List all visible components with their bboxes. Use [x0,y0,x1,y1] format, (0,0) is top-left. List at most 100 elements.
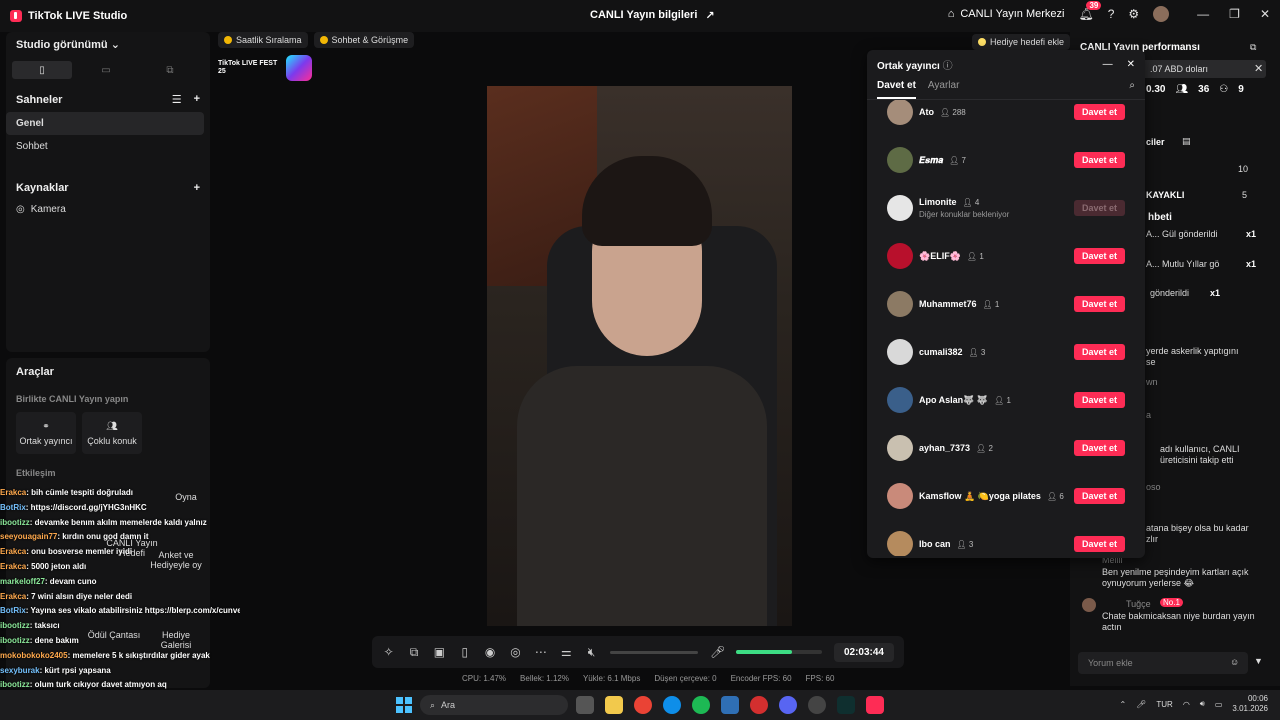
list-item: Muhammet76 👤︎ 1 Davet et [867,280,1145,328]
invite-button[interactable]: Davet et [1074,440,1125,456]
chat-text: : devamke benım akılm memelerde kaldı ya… [29,517,207,527]
spotify-icon[interactable] [692,696,710,714]
edge-icon[interactable] [663,696,681,714]
info-icon[interactable]: ⓘ [943,61,953,72]
speaker-mute-icon[interactable]: 🔇︎ [585,645,598,660]
camera-settings-icon[interactable]: ◎ [509,645,522,659]
gift-goal-chip[interactable]: Hediye hedefi ekle [972,34,1071,50]
split-view-icon[interactable]: ⧉ [140,61,200,79]
filter-icon[interactable]: ▼ [1254,656,1263,666]
search-icon[interactable]: ⌕ [1129,80,1135,91]
avatar[interactable] [1153,6,1170,22]
popout-icon[interactable]: ⧉ [1250,42,1256,53]
layout-icon[interactable]: ▣ [433,645,446,659]
emoji-icon[interactable]: ☺ [1230,657,1239,667]
studio-view-dropdown[interactable]: Studio görünümü ⌄ [6,32,210,57]
live-center-label: CANLI Yayın Merkezi [960,8,1065,20]
avatar [887,387,913,413]
stream-stats: CPU: 1.47% Bellek: 1.12% Yükle: 6.1 Mbps… [462,674,834,683]
chat-username: mokobokoko2405 [0,650,68,660]
taskbar-search[interactable]: ⌕ Ara [420,695,568,715]
record-icon[interactable]: ◉ [483,645,496,659]
live-fest-banner[interactable]: TikTok LIVE FEST 25 [218,54,312,82]
effects-icon[interactable]: ⧉ [407,645,420,660]
task-view-icon[interactable] [576,696,594,714]
hourly-ranking-chip[interactable]: Saatlik Sıralama [218,32,308,48]
gear-icon[interactable]: ⚙ [1128,7,1139,21]
windows-start-icon[interactable] [396,697,412,713]
minimize-icon[interactable]: — [1197,7,1209,21]
maximize-icon[interactable]: ❐ [1229,7,1240,21]
invite-button[interactable]: Davet et [1074,104,1125,120]
live-info-button[interactable]: CANLI Yayın bilgileri ↗ [590,9,715,22]
minimize-icon[interactable]: — [1103,59,1113,70]
list-icon[interactable]: ☰ [172,93,182,106]
close-icon[interactable]: ✕ [1127,59,1135,70]
comment-input[interactable]: Yorum ekle [1078,652,1248,674]
more-icon[interactable]: ⋯ [534,645,547,659]
battery-icon[interactable]: ▭ [1215,700,1223,709]
opera-icon[interactable] [750,696,768,714]
chat-text: : kürt rpsi yapsana [39,665,111,675]
mixer-icon[interactable]: ⚌ [560,645,573,659]
scene-item-genel[interactable]: Genel [6,112,204,135]
terminal-icon[interactable] [837,696,855,714]
close-icon[interactable]: ✕ [1260,7,1270,21]
live-center-button[interactable]: ⌂ CANLI Yayın Merkezi [948,8,1065,20]
add-source-icon[interactable]: + [194,182,200,194]
tab-invite[interactable]: Davet et [877,80,916,99]
invite-button[interactable]: Davet et [1074,344,1125,360]
volume-icon[interactable]: 🔊︎ [1200,699,1205,709]
mic-icon[interactable]: 🎤︎ [710,645,725,659]
chat-line: Erakca: bih cümle tespiti doğruladı [0,486,240,501]
chat-meeting-label: Sohbet & Görüşme [331,35,409,45]
portrait-view-icon[interactable]: ▯ [12,61,72,79]
obs-icon[interactable] [808,696,826,714]
bulb-icon [978,38,986,46]
chat-username: sexyburak [0,665,40,675]
wifi-icon[interactable]: ◠ [1183,700,1190,709]
invite-button[interactable]: Davet et [1074,152,1125,168]
gift-msg-2: A... Mutlu Yıllar gö [1146,259,1220,269]
cohost-tabs: Davet et Ayarlar ⌕ [867,72,1145,100]
scene-item-sohbet[interactable]: Sohbet [6,135,204,158]
source-item-camera[interactable]: ◎ Kamera [6,200,210,219]
tab-settings[interactable]: Ayarlar [928,80,960,97]
mic-tray-icon[interactable]: 🎤︎ [1136,700,1146,709]
file-explorer-icon[interactable] [605,696,623,714]
chrome-icon[interactable] [634,696,652,714]
cohost-tool-button[interactable]: ⚭ Ortak yayıncı [16,412,76,454]
help-icon[interactable]: ? [1108,7,1115,21]
notification-count: 39 [1086,1,1102,10]
cohost-count: 3 [980,347,986,357]
add-scene-icon[interactable]: + [194,93,200,106]
clock[interactable]: 00:06 3.01.2026 [1232,694,1268,714]
magic-icon[interactable]: ✧ [382,645,395,659]
volume-slider[interactable] [610,650,699,654]
list-icon[interactable]: ▤ [1182,136,1191,147]
chat-meeting-chip[interactable]: Sohbet & Görüşme [313,32,415,48]
steam-icon[interactable] [721,696,739,714]
language-indicator[interactable]: TUR [1156,700,1172,709]
list-item: Limonite 👤︎ 4 Diğer konuklar bekleniyor Dav… [867,184,1145,232]
discord-icon[interactable] [779,696,797,714]
invite-button[interactable]: Davet et [1074,248,1125,264]
close-earnings-icon[interactable]: ✕ [1254,62,1263,75]
chevron-up-icon[interactable]: ⌃ [1120,700,1127,709]
viewer-score-1: 10 [1238,164,1249,174]
cohost-name: Ibo can [919,539,951,549]
top-viewers-tab[interactable]: ciler [1146,137,1165,147]
earnings-value: .07 ABD doları [1150,64,1209,74]
tiktok-studio-icon[interactable] [866,696,884,714]
chat-username: markeloff27 [0,576,45,586]
landscape-view-icon[interactable]: ▭ [76,61,136,79]
invite-button[interactable]: Davet et [1074,392,1125,408]
invite-button[interactable]: Davet et [1074,536,1125,552]
multi-guest-button[interactable]: 👥︎ Çoklu konuk [82,412,142,454]
app-name: TikTok LIVE Studio [28,10,128,22]
invite-button[interactable]: Davet et [1074,488,1125,504]
notifications-button[interactable]: 🔔︎ 39 [1078,1,1102,21]
invite-button[interactable]: Davet et [1074,296,1125,312]
viewer-name-2: KAYAKLI [1146,190,1185,200]
phone-icon[interactable]: ▯ [458,645,471,659]
